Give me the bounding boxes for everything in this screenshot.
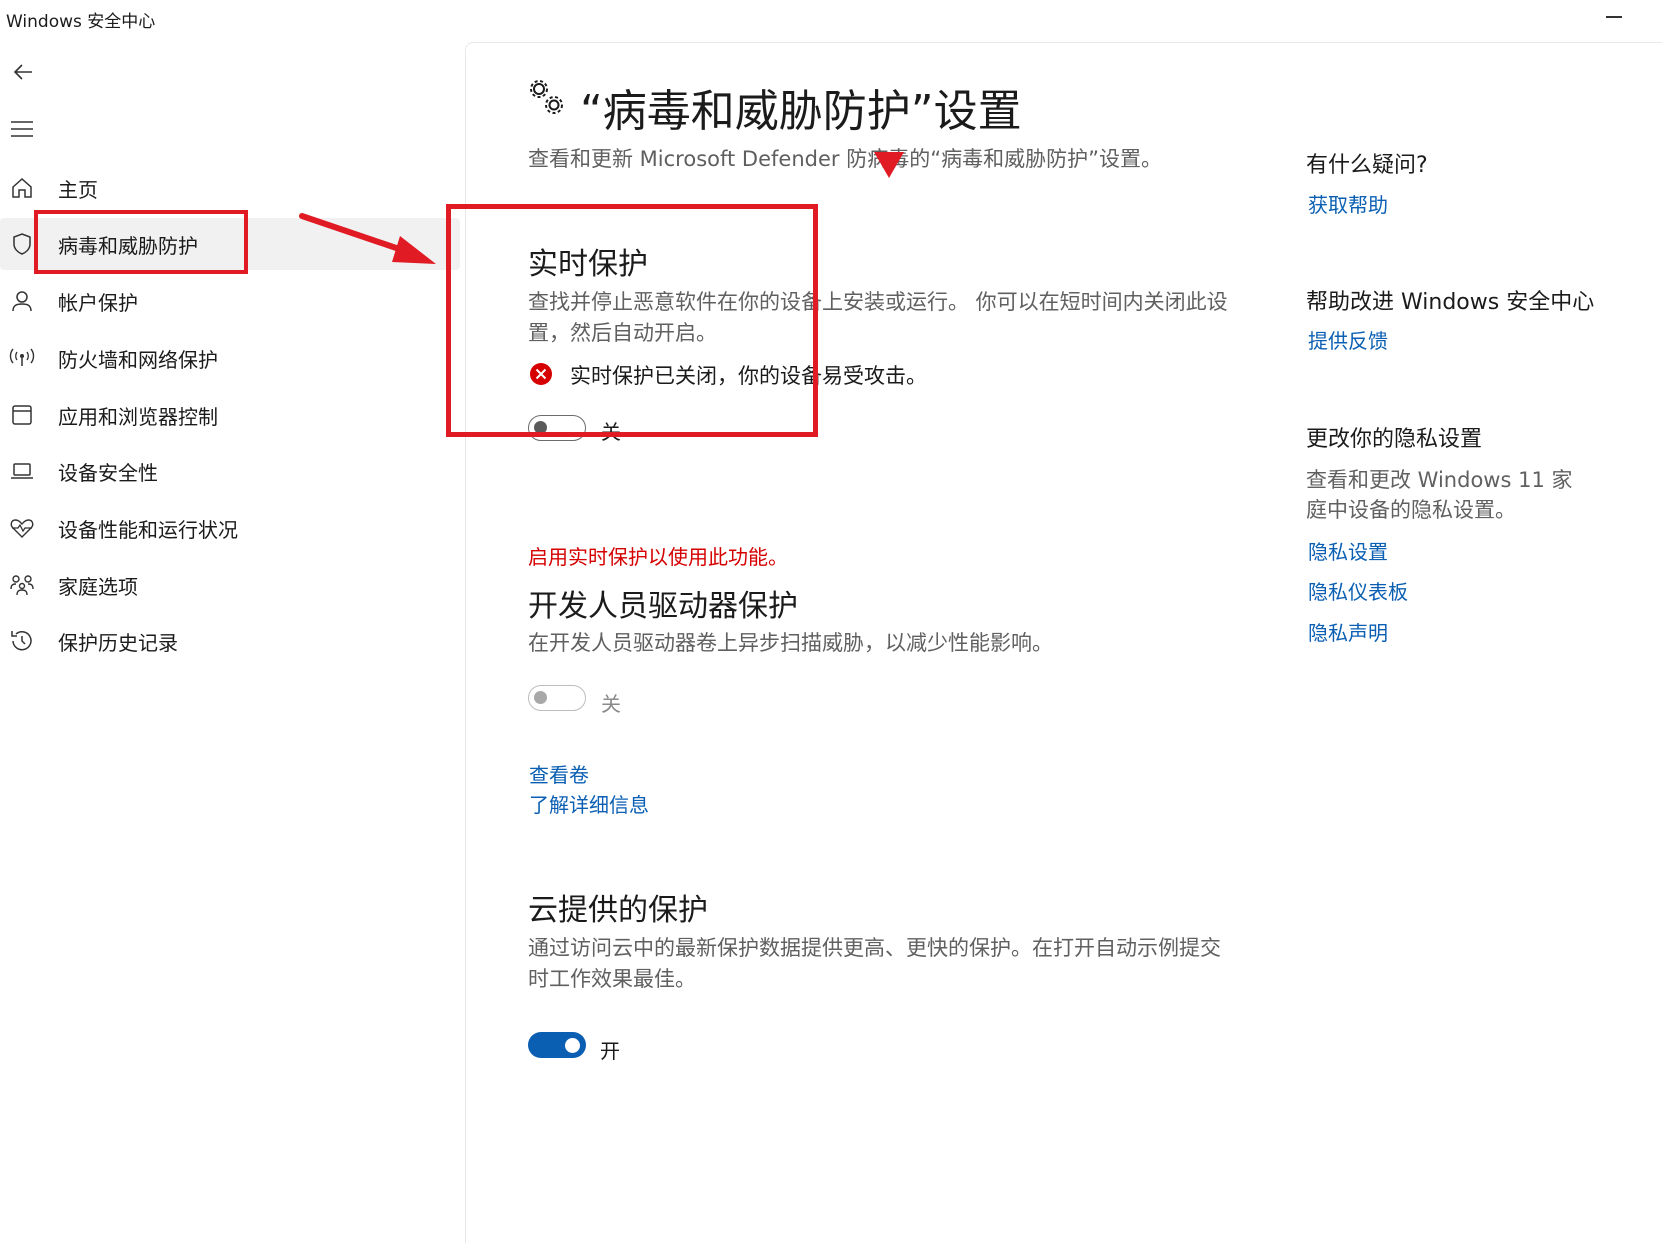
cloud-protection-description: 通过访问云中的最新保护数据提供更高、更快的保护。在打开自动示例提交时工作效果最佳… — [528, 936, 1221, 991]
toggle-knob — [534, 421, 547, 434]
app-title: Windows 安全中心 — [6, 12, 156, 32]
privacy-dashboard-link[interactable]: 隐私仪表板 — [1308, 576, 1408, 605]
gears-icon — [530, 80, 563, 114]
sidebar-item-protection-history[interactable]: 保护历史记录 — [0, 615, 460, 667]
cloud-toggle-label: 开 — [600, 1039, 620, 1063]
shield-icon — [9, 231, 35, 257]
devdrive-heading: 开发人员驱动器保护 — [528, 589, 798, 624]
sidebar-item-virus-protection[interactable]: 病毒和威胁防护 — [0, 218, 460, 270]
page-title: “病毒和威胁防护”设置 — [580, 86, 1022, 137]
devdrive-toggle-label: 关 — [601, 692, 621, 716]
sidebar-item-label: 防火墙和网络保护 — [58, 347, 218, 372]
devdrive-protection-toggle[interactable] — [528, 685, 586, 711]
cloud-protection-toggle[interactable] — [528, 1032, 586, 1058]
hamburger-menu-icon — [11, 121, 33, 137]
sidebar: 主页 病毒和威胁防护 帐户保护 防火墙和网络保护 应用和浏览器控制 设备安全性 — [0, 36, 465, 1219]
sidebar-item-firewall[interactable]: 防火墙和网络保护 — [0, 332, 460, 384]
laptop-icon — [9, 458, 35, 484]
cloud-protection-heading: 云提供的保护 — [528, 893, 708, 928]
privacy-heading: 更改你的隐私设置 — [1306, 427, 1483, 452]
privacy-settings-link[interactable]: 隐私设置 — [1308, 536, 1388, 565]
sidebar-item-label: 家庭选项 — [58, 574, 138, 599]
heart-pulse-icon — [9, 515, 35, 541]
sidebar-item-device-performance[interactable]: 设备性能和运行状况 — [0, 502, 460, 554]
privacy-statement-link[interactable]: 隐私声明 — [1308, 617, 1388, 646]
give-feedback-link[interactable]: 提供反馈 — [1308, 325, 1388, 354]
improve-heading: 帮助改进 Windows 安全中心 — [1306, 290, 1595, 315]
sidebar-item-account-protection[interactable]: 帐户保护 — [0, 275, 460, 327]
page-subtitle: 查看和更新 Microsoft Defender 防病毒的“病毒和威胁防护”设置… — [528, 147, 1162, 171]
toggle-knob — [534, 691, 547, 704]
home-icon — [9, 175, 35, 201]
sidebar-item-label: 主页 — [58, 177, 98, 202]
get-help-link[interactable]: 获取帮助 — [1308, 189, 1388, 218]
view-volumes-link[interactable]: 查看卷 — [529, 759, 589, 788]
realtime-protection-toggle[interactable] — [528, 415, 586, 441]
toggle-knob — [565, 1038, 580, 1053]
privacy-description: 查看和更改 Windows 11 家庭中设备的隐私设置。 — [1306, 468, 1573, 522]
antenna-icon — [9, 345, 35, 371]
menu-button[interactable] — [6, 111, 42, 147]
help-heading: 有什么疑问? — [1306, 153, 1428, 178]
sidebar-item-family-options[interactable]: 家庭选项 — [0, 559, 460, 611]
sidebar-item-label: 设备性能和运行状况 — [58, 517, 238, 542]
devdrive-warning: 启用实时保护以使用此功能。 — [528, 545, 788, 569]
family-icon — [9, 572, 35, 598]
person-icon — [9, 288, 35, 314]
history-icon — [9, 628, 35, 654]
sidebar-item-label: 保护历史记录 — [58, 630, 178, 655]
realtime-status-text: 实时保护已关闭，你的设备易受攻击。 — [570, 364, 927, 388]
sidebar-item-label: 应用和浏览器控制 — [58, 404, 218, 429]
sidebar-item-app-browser-control[interactable]: 应用和浏览器控制 — [0, 389, 460, 441]
main-content: “病毒和威胁防护”设置 查看和更新 Microsoft Defender 防病毒… — [465, 42, 1662, 1243]
learn-more-link[interactable]: 了解详细信息 — [529, 789, 649, 818]
app-window-icon — [9, 402, 35, 428]
sidebar-item-label: 帐户保护 — [58, 290, 138, 315]
sidebar-item-home[interactable]: 主页 — [0, 162, 460, 214]
realtime-toggle-label: 关 — [601, 420, 621, 444]
sidebar-item-device-security[interactable]: 设备安全性 — [0, 445, 460, 497]
back-button[interactable] — [6, 54, 42, 90]
minimize-button[interactable] — [1600, 2, 1630, 32]
sidebar-item-label: 设备安全性 — [58, 460, 158, 485]
devdrive-description: 在开发人员驱动器卷上异步扫描威胁，以减少性能影响。 — [528, 631, 1053, 655]
back-arrow-icon — [13, 64, 32, 80]
error-icon — [530, 363, 552, 385]
title-bar: Windows 安全中心 — [0, 0, 1662, 36]
sidebar-item-label: 病毒和威胁防护 — [58, 233, 198, 258]
realtime-protection-description: 查找并停止恶意软件在你的设备上安装或运行。 你可以在短时间内关闭此设置，然后自动… — [528, 290, 1228, 345]
realtime-protection-heading: 实时保护 — [528, 247, 648, 282]
